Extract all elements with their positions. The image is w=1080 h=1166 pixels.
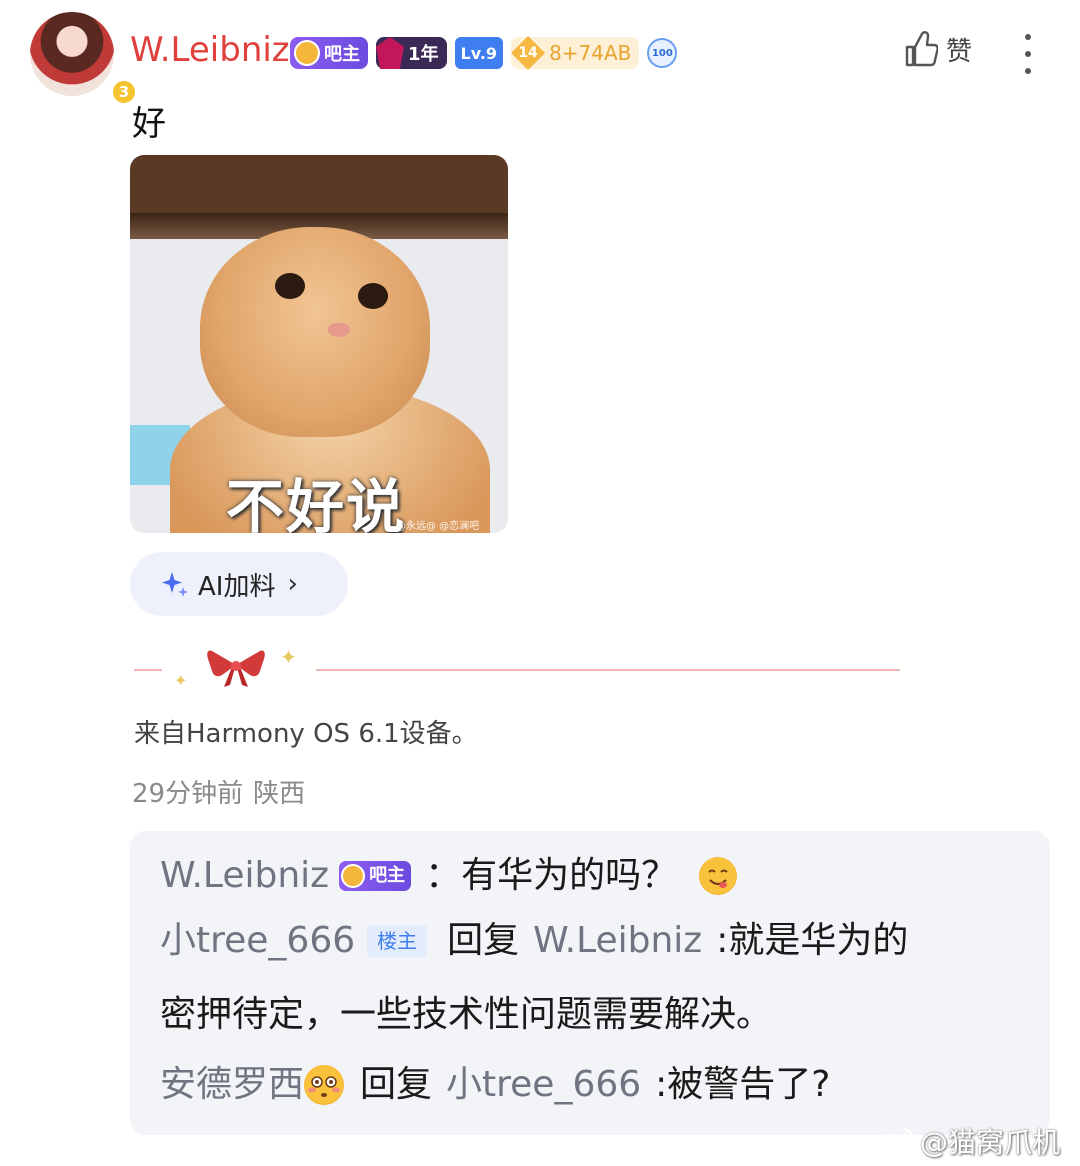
years-badge[interactable]: 1年 (376, 37, 447, 69)
like-button[interactable]: 赞 (904, 30, 972, 68)
reply-text: :就是华为的 (716, 920, 909, 961)
op-badge: 楼主 (367, 925, 428, 957)
reply-text-continuation: 密押待定，一些技术性问题需要解决。 (160, 994, 773, 1035)
watermark-text: @猫窝爪机 (920, 1126, 1061, 1159)
calendar-icon[interactable]: 100 (647, 38, 678, 68)
author-badges: 吧主 1年 Lv.9 14 8+74AB 100 (290, 36, 678, 70)
ai-enhance-label: AI加料 (198, 571, 276, 602)
reply-item[interactable]: 小tree_666 楼主 回复 W.Leibniz :就是华为的 (160, 923, 1050, 959)
reply-target[interactable]: W.Leibniz (533, 923, 702, 959)
level-badge[interactable]: Lv.9 (454, 37, 504, 69)
image-watermark: @永远@ @恋澜吧 (396, 521, 480, 532)
more-options-icon[interactable] (1020, 34, 1036, 74)
crown-icon (341, 864, 366, 888)
bow-icon (207, 650, 265, 687)
like-label: 赞 (946, 36, 973, 67)
source-watermark: @猫窝爪机 (876, 1121, 1060, 1161)
star-icon: ✦ (174, 671, 188, 690)
diamond-icon: 14 (511, 36, 546, 70)
post-meta: 29分钟前 陕西 (132, 773, 305, 810)
reply-author[interactable]: 小tree_666 (160, 923, 355, 959)
years-badge-label: 1年 (408, 44, 439, 65)
reply-author[interactable]: 安德罗西 (160, 1067, 304, 1103)
reply-author[interactable]: W.Leibniz (160, 858, 329, 894)
admin-badge[interactable]: 吧主 (290, 37, 368, 69)
reply-verb: 回复 (360, 1064, 433, 1105)
thumbs-up-icon (905, 31, 938, 67)
post-location: 陕西 (253, 779, 306, 809)
reply-text: ：有华为的吗？ (425, 855, 678, 896)
gold-badge-value: 8+74AB (549, 41, 632, 65)
avatar[interactable]: 3 (30, 12, 138, 106)
author-name[interactable]: W.Leibniz (130, 30, 290, 70)
chevron-right-icon: › (287, 569, 298, 599)
post-header: 3 W.Leibniz 吧主 1年 Lv.9 14 8+74AB 100 赞 (0, 0, 1080, 106)
reply-text: :被警告了? (655, 1064, 831, 1105)
yum-emoji-icon (699, 857, 738, 895)
decorative-divider: ✦ ✦ (134, 645, 904, 695)
reply-item[interactable]: W.Leibniz 吧主 ：有华为的吗？ (160, 857, 1050, 895)
post-text: 好 (132, 104, 166, 144)
ai-enhance-button[interactable]: AI加料 › (130, 552, 348, 616)
reply-verb: 回复 (447, 920, 520, 961)
post-image[interactable]: 不好说 @永远@ @恋澜吧 (130, 155, 508, 533)
admin-badge-label: 吧主 (369, 865, 406, 886)
flushed-emoji-icon (304, 1065, 345, 1105)
sparkle-icon (162, 572, 188, 597)
admin-badge-label: 吧主 (324, 44, 360, 65)
gold-badge[interactable]: 14 8+74AB (511, 36, 640, 70)
weibo-icon (876, 1127, 914, 1157)
gem-icon (376, 37, 404, 69)
image-caption: 不好说 (226, 473, 407, 533)
post-time: 29分钟前 (132, 779, 244, 809)
admin-badge: 吧主 (339, 861, 412, 891)
crown-icon (294, 40, 320, 66)
device-info: 来自Harmony OS 6.1设备。 (134, 719, 478, 749)
reply-list[interactable]: W.Leibniz 吧主 ：有华为的吗？ 小tree_666 楼主 回复 W.L… (130, 831, 1050, 1135)
star-icon: ✦ (280, 645, 297, 669)
reply-item[interactable]: 安德罗西 回复 小tree_666 :被警告了? (160, 1065, 1050, 1105)
reply-target[interactable]: 小tree_666 (446, 1067, 641, 1103)
